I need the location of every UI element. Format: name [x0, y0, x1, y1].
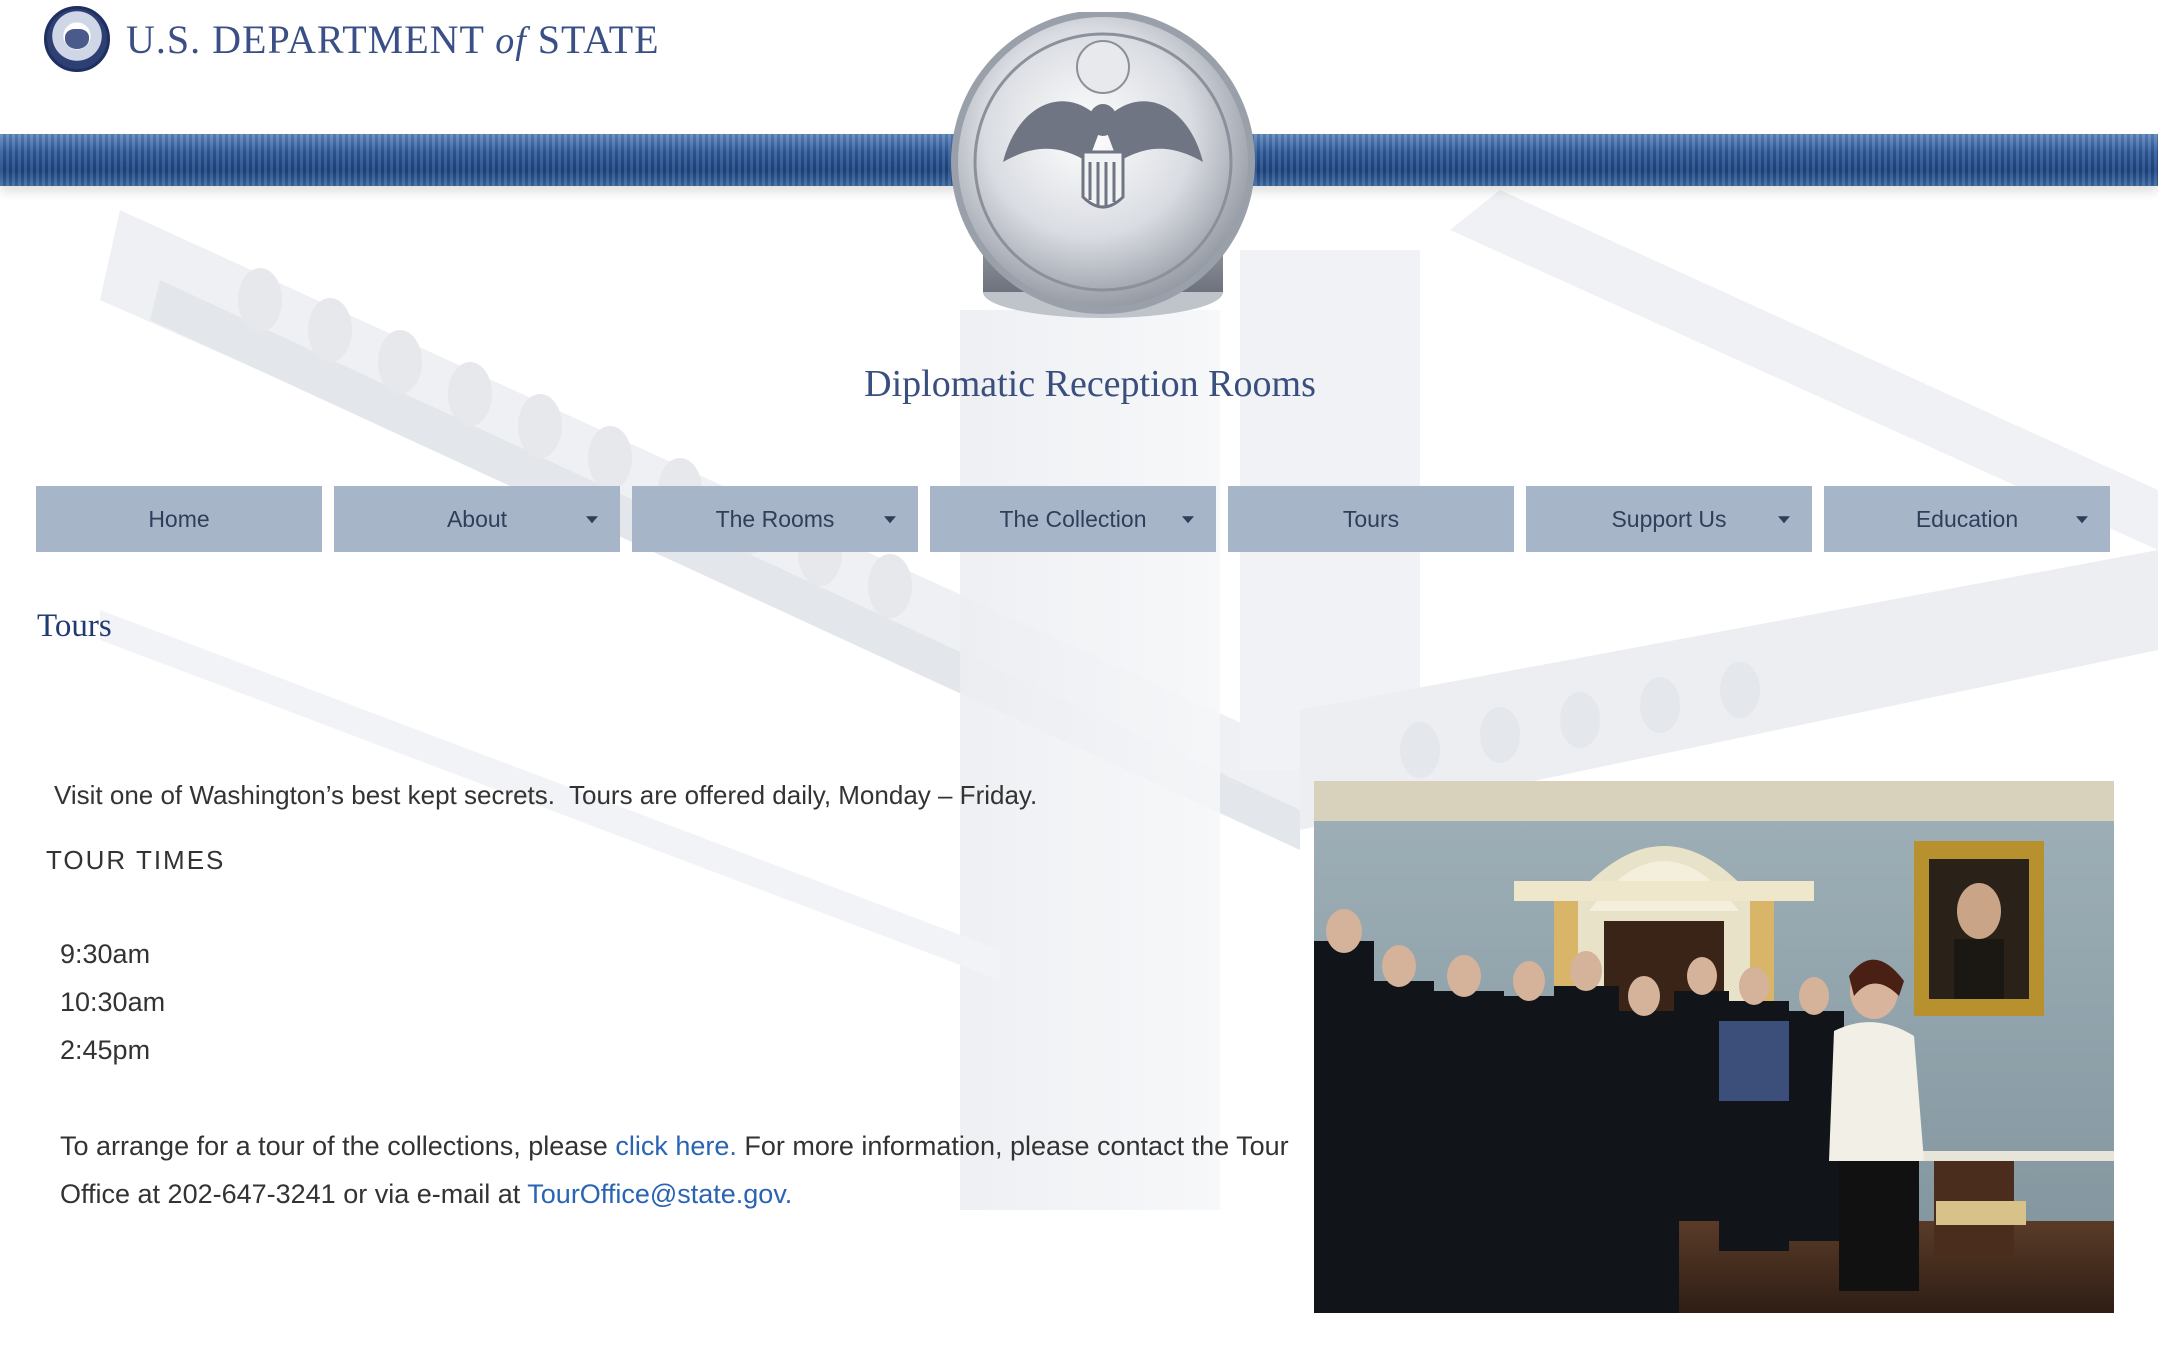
nav-item-support-us[interactable]: Support Us: [1526, 486, 1812, 552]
nav-item-the-collection[interactable]: The Collection: [930, 486, 1216, 552]
arrange-tour-paragraph: To arrange for a tour of the collections…: [60, 1122, 1320, 1218]
nav-item-education[interactable]: Education: [1824, 486, 2110, 552]
main-navigation: Home About The Rooms The Collection Tour…: [36, 486, 2110, 552]
nav-item-label: Support Us: [1611, 505, 1727, 532]
nav-item-label: Tours: [1342, 505, 1400, 532]
tour-office-email-link[interactable]: TourOffice@state.gov.: [527, 1179, 792, 1209]
great-seal-medallion-icon: [948, 12, 1258, 332]
page-title: Tours: [37, 608, 112, 644]
nav-item-label: About: [446, 505, 508, 532]
nav-item-about[interactable]: About: [334, 486, 620, 552]
tour-time-item: 9:30am: [60, 939, 151, 969]
department-name-part2: STATE: [537, 16, 660, 62]
tour-group-photo: [1314, 781, 2114, 1313]
nav-item-the-rooms[interactable]: The Rooms: [632, 486, 918, 552]
chevron-down-icon[interactable]: [2076, 516, 2088, 524]
nav-item-home[interactable]: Home: [36, 486, 322, 552]
department-name-part1: U.S. DEPARTMENT: [126, 16, 485, 62]
nav-item-tours[interactable]: Tours: [1228, 486, 1514, 552]
department-name: U.S. DEPARTMENT of STATE: [126, 16, 660, 63]
nav-item-label: The Collection: [999, 505, 1147, 532]
chevron-down-icon[interactable]: [586, 516, 598, 524]
nav-item-label: Home: [148, 505, 210, 532]
tour-time-item: 2:45pm: [60, 1035, 151, 1065]
arrange-text-1: To arrange for a tour of the collections…: [60, 1131, 616, 1161]
nav-item-label: Education: [1915, 505, 2019, 532]
click-here-link[interactable]: click here.: [615, 1131, 737, 1161]
tour-time-item: 10:30am: [60, 987, 166, 1017]
tour-times-heading: TOUR TIMES: [46, 845, 226, 875]
chevron-down-icon[interactable]: [1182, 516, 1194, 524]
department-logo[interactable]: U.S. DEPARTMENT of STATE: [44, 6, 660, 72]
nav-item-label: The Rooms: [715, 505, 835, 532]
department-name-of: of: [495, 19, 527, 62]
chevron-down-icon[interactable]: [1778, 516, 1790, 524]
tour-times-list: 9:30am 10:30am 2:45pm: [60, 930, 165, 1074]
chevron-down-icon[interactable]: [884, 516, 896, 524]
site-title: Diplomatic Reception Rooms: [864, 363, 1316, 405]
department-seal-icon: [44, 6, 110, 72]
intro-text: Visit one of Washington’s best kept secr…: [54, 780, 1038, 810]
